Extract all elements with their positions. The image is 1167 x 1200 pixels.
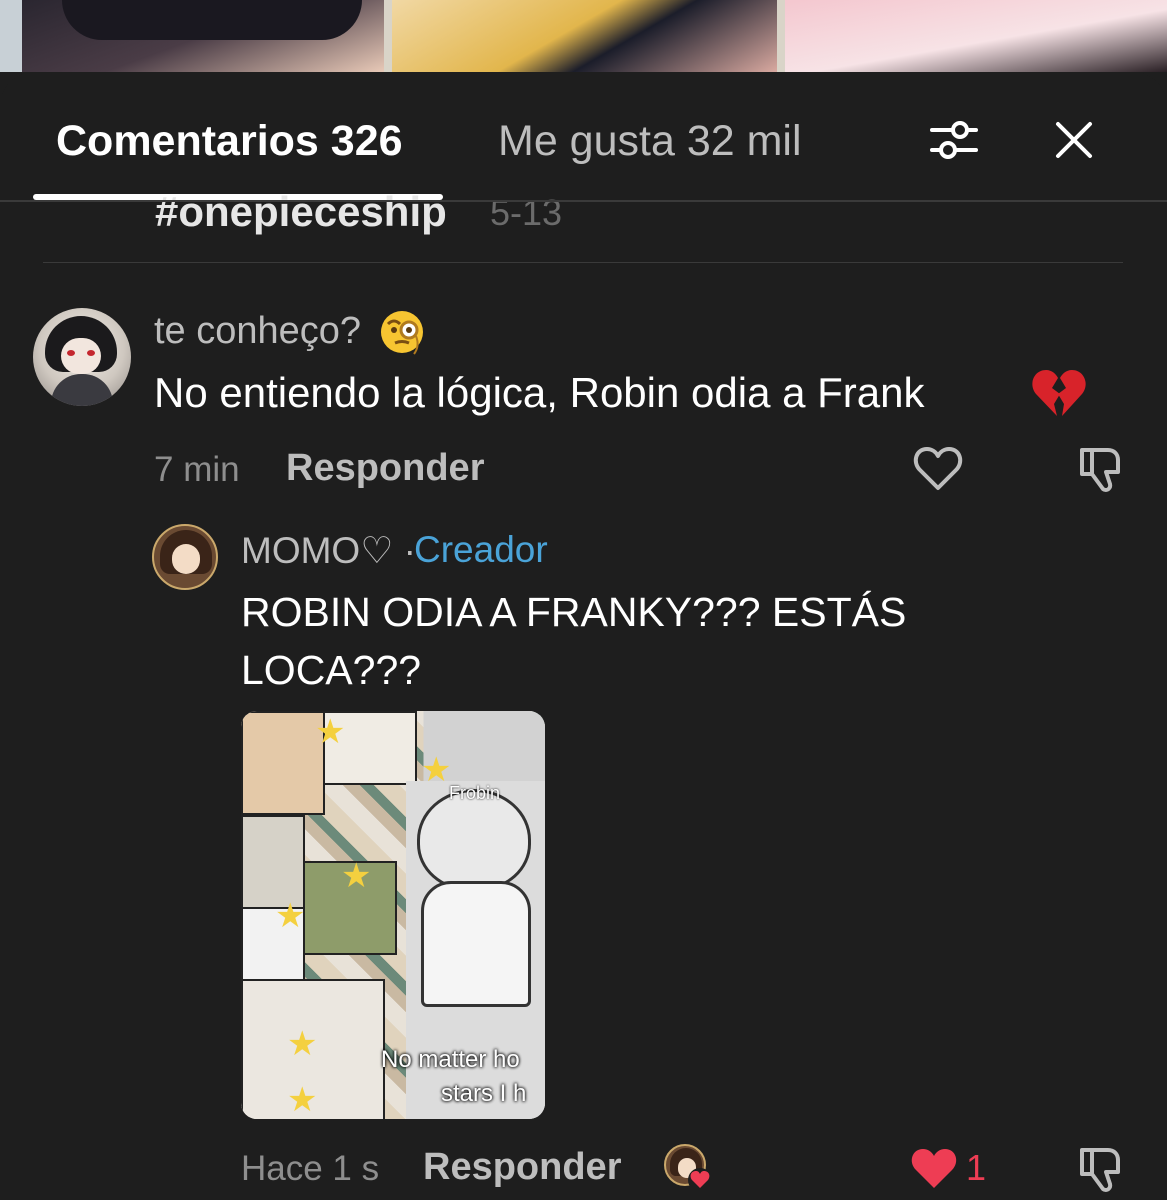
reply-username[interactable]: MOMO♡ · — [241, 529, 416, 572]
star-sticker: ★ — [341, 857, 372, 895]
sliders-icon — [930, 121, 978, 159]
attachment-figure-head — [417, 789, 531, 891]
like-heart-icon[interactable] — [912, 444, 964, 492]
collage-panel — [241, 815, 305, 909]
avatar[interactable] — [152, 524, 218, 590]
close-icon — [1056, 122, 1092, 158]
comments-sheet: Comentarios 326 Me gusta 32 mil #onepiec… — [0, 72, 1167, 1200]
attachment-figure-shirt — [421, 881, 531, 1007]
reply-button[interactable]: Responder — [423, 1146, 621, 1189]
video-caption-date: 5-13 — [490, 192, 563, 233]
avatar[interactable] — [33, 308, 131, 406]
attachment-caption: stars I h — [441, 1080, 527, 1107]
close-button[interactable] — [1044, 110, 1104, 170]
liked-by-creator-badge — [664, 1144, 712, 1192]
dislike-icon[interactable] — [1074, 1142, 1126, 1194]
star-sticker: ★ — [315, 713, 346, 751]
background-video-strip — [0, 0, 1167, 72]
star-sticker: ★ — [287, 1025, 318, 1063]
comment-username[interactable]: te conheço? — [154, 310, 361, 353]
heart-icon — [688, 1168, 712, 1192]
video-caption-hashtag[interactable]: #onepieceship — [155, 188, 447, 236]
broken-heart-icon — [1032, 370, 1086, 416]
comment-text: No entiendo la lógica, Robin odia a Fran… — [154, 369, 925, 416]
reply-text: ROBIN ODIA A FRANKY??? ESTÁS LOCA??? — [241, 589, 907, 693]
video-frame — [392, 0, 1162, 72]
star-sticker: ★ — [421, 751, 452, 789]
reply-image-attachment[interactable]: ★ ★ ★ ★ ★ ★ Frobin No matter ho stars I … — [241, 711, 545, 1119]
caption-separator — [43, 262, 1123, 263]
face-with-monocle-icon — [381, 311, 423, 355]
tab-likes[interactable]: Me gusta 32 mil — [498, 116, 802, 166]
filter-button[interactable] — [924, 110, 984, 170]
video-frame — [0, 0, 22, 72]
tab-bar-divider — [0, 200, 1167, 202]
attachment-caption: No matter ho — [381, 1046, 520, 1073]
video-frame — [785, 0, 1167, 72]
like-count: 1 — [966, 1147, 987, 1188]
video-frame — [22, 0, 384, 72]
tab-bar: Comentarios 326 Me gusta 32 mil — [0, 72, 1167, 202]
dislike-icon[interactable] — [1074, 442, 1126, 494]
reply-time: Hace 1 s — [241, 1149, 380, 1188]
attachment-label: Frobin — [449, 783, 501, 803]
tab-comments[interactable]: Comentarios 326 — [56, 116, 403, 166]
star-sticker: ★ — [287, 1081, 318, 1119]
comment-time: 7 min — [154, 450, 240, 489]
reply-username-text: MOMO♡ — [241, 530, 394, 571]
collage-panel — [241, 711, 325, 815]
liked-heart-icon[interactable] — [908, 1144, 960, 1192]
creator-badge: Creador — [414, 529, 548, 570]
star-sticker: ★ — [275, 897, 306, 935]
reply-button[interactable]: Responder — [286, 447, 484, 490]
